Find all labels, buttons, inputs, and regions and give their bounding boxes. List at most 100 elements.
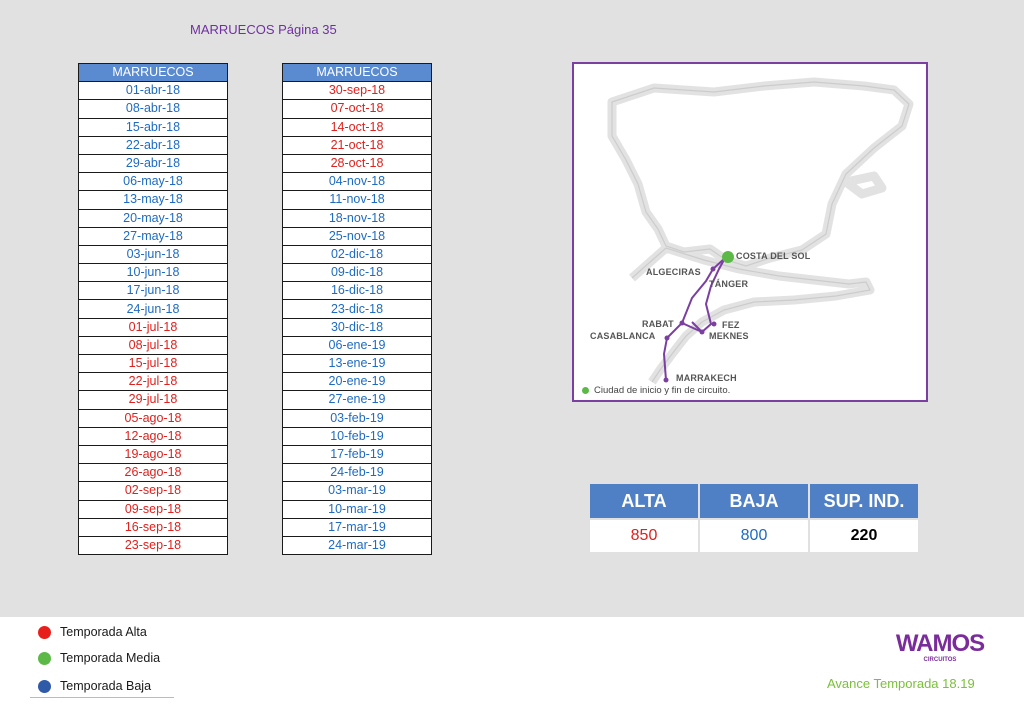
table-row: 01-jul-18: [78, 317, 228, 337]
table-row: 20-ene-19: [282, 372, 432, 392]
date-cell: 15-abr-18: [78, 117, 228, 137]
prices-table: ALTA BAJA SUP. IND. 850 800 220: [588, 482, 920, 554]
table-row: 21-oct-18: [282, 135, 432, 155]
table-row: 02-dic-18: [282, 244, 432, 265]
table-row: 10-jun-18: [78, 263, 228, 283]
price-header-sup-ind: SUP. IND.: [810, 484, 918, 518]
date-cell: 14-oct-18: [282, 117, 432, 137]
logo-subtitle: CIRCUITOS: [923, 657, 957, 663]
page-title: MARRUECOS Página 35: [190, 22, 337, 37]
table-row: 10-feb-19: [282, 426, 432, 446]
table-row: 24-feb-19: [282, 463, 432, 483]
red-dot-icon: [38, 625, 51, 639]
table-row: 13-ene-19: [282, 353, 432, 374]
date-cell: 12-ago-18: [78, 426, 228, 446]
date-cell: 15-jul-18: [78, 353, 228, 374]
price-sup-ind: 220: [810, 520, 918, 552]
table-row: 30-dic-18: [282, 317, 432, 337]
date-cell: 22-abr-18: [78, 135, 228, 155]
dates-table-left: MARRUECOS 01-abr-18 08-abr-18 15-abr-18 22-…: [78, 62, 228, 556]
start-city-dot-icon: [582, 387, 589, 394]
legend-temporada-alta: Temporada Alta: [38, 625, 147, 639]
table-row: 07-oct-18: [282, 99, 432, 119]
legend-label: Temporada Baja: [60, 679, 152, 693]
date-cell: 25-nov-18: [282, 226, 432, 246]
date-cell: 20-ene-19: [282, 372, 432, 392]
table-row: 14-oct-18: [282, 117, 432, 137]
table-row: 20-may-18: [78, 208, 228, 228]
dates-table-right: MARRUECOS 30-sep-18 07-oct-18 14-oct-18 21-…: [282, 62, 432, 556]
table-row: 22-abr-18: [78, 135, 228, 155]
date-cell: 18-nov-18: [282, 208, 432, 228]
route-map: COSTA DEL SOL ALGECIRAS TÁNGER RABAT CAS…: [572, 62, 928, 402]
date-cell: 17-mar-19: [282, 517, 432, 537]
legend-label: Temporada Alta: [60, 625, 147, 639]
date-cell: 26-ago-18: [78, 463, 228, 483]
date-cell: 16-dic-18: [282, 281, 432, 301]
date-cell: 19-ago-18: [78, 444, 228, 465]
date-cell: 21-oct-18: [282, 135, 432, 155]
table-row: 11-nov-18: [282, 190, 432, 210]
table-row: 17-jun-18: [78, 281, 228, 301]
date-cell: 24-jun-18: [78, 299, 228, 319]
date-cell: 01-abr-18: [78, 81, 228, 101]
table-row: 16-sep-18: [78, 517, 228, 537]
season-label: Avance Temporada 18.19: [827, 676, 975, 691]
table-row: 03-feb-19: [282, 408, 432, 428]
table-row: 17-mar-19: [282, 517, 432, 537]
table-row: 19-ago-18: [78, 444, 228, 465]
date-cell: 09-sep-18: [78, 499, 228, 519]
date-cell: 10-jun-18: [78, 263, 228, 283]
table-row: 25-nov-18: [282, 226, 432, 246]
date-cell: 24-mar-19: [282, 535, 432, 556]
date-cell: 22-jul-18: [78, 372, 228, 392]
date-cell: 03-mar-19: [282, 481, 432, 501]
table-row: 05-ago-18: [78, 408, 228, 428]
date-cell: 29-jul-18: [78, 390, 228, 410]
table-row: 17-feb-19: [282, 444, 432, 465]
table-row: 15-abr-18: [78, 117, 228, 137]
city-label-tanger: TÁNGER: [709, 279, 749, 289]
date-cell: 10-feb-19: [282, 426, 432, 446]
table-row: 23-dic-18: [282, 299, 432, 319]
legend-temporada-media: Temporada Media: [38, 651, 160, 665]
table-row: 12-ago-18: [78, 426, 228, 446]
date-cell: 28-oct-18: [282, 153, 432, 174]
city-label-rabat: RABAT: [642, 319, 674, 329]
legend-temporada-baja: Temporada Baja: [38, 679, 151, 693]
date-cell: 13-ene-19: [282, 353, 432, 374]
date-cell: 27-may-18: [78, 226, 228, 246]
date-cell: 20-may-18: [78, 208, 228, 228]
price-header-baja: BAJA: [700, 484, 808, 518]
date-cell: 13-may-18: [78, 190, 228, 210]
table-row: 03-mar-19: [282, 481, 432, 501]
date-cell: 17-jun-18: [78, 281, 228, 301]
map-legend-text: Ciudad de inicio y fin de circuito.: [594, 385, 731, 396]
table-header: MARRUECOS: [282, 62, 432, 83]
date-cell: 06-may-18: [78, 172, 228, 192]
blue-dot-icon: [38, 679, 51, 693]
date-cell: 09-dic-18: [282, 263, 432, 283]
date-cell: 30-dic-18: [282, 317, 432, 337]
table-row: 01-abr-18: [78, 81, 228, 101]
wamos-logo: WAMOS CIRCUITOS: [890, 630, 990, 664]
table-row: 08-jul-18: [78, 335, 228, 356]
table-row: 10-mar-19: [282, 499, 432, 519]
table-row: 13-may-18: [78, 190, 228, 210]
date-cell: 11-nov-18: [282, 190, 432, 210]
table-row: 22-jul-18: [78, 372, 228, 392]
price-alta: 850: [590, 520, 698, 552]
table-row: 02-sep-18: [78, 481, 228, 501]
price-baja: 800: [700, 520, 808, 552]
date-cell: 08-jul-18: [78, 335, 228, 356]
date-cell: 24-feb-19: [282, 463, 432, 483]
map-legend: Ciudad de inicio y fin de circuito.: [582, 385, 730, 396]
logo-wordmark: WAMOS: [895, 630, 985, 657]
date-cell: 17-feb-19: [282, 444, 432, 465]
city-label-meknes: MEKNES: [709, 331, 749, 341]
table-row: 24-jun-18: [78, 299, 228, 319]
date-cell: 30-sep-18: [282, 81, 432, 101]
table-row: 27-may-18: [78, 226, 228, 246]
table-row: 23-sep-18: [78, 535, 228, 556]
table-row: 06-ene-19: [282, 335, 432, 356]
